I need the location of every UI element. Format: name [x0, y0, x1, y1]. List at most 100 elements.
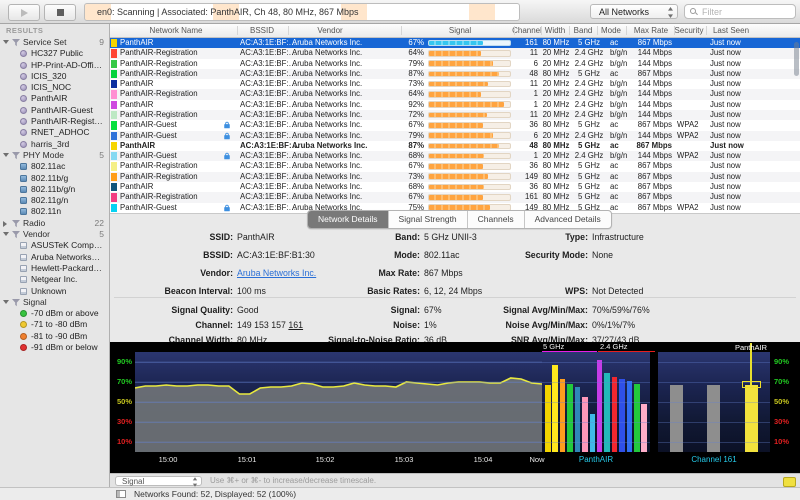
- column-header-channel[interactable]: Channel: [512, 24, 542, 37]
- network-row[interactable]: PanthAIR-GuestAC:A3:1E:BF:…Aruba Network…: [110, 120, 800, 130]
- network-filter-dropdown[interactable]: All Networks: [590, 4, 678, 19]
- filter-input[interactable]: [700, 6, 790, 18]
- sidebar-item-harris-3rd[interactable]: harris_3rd: [0, 139, 109, 150]
- sidebar-item-802-11n[interactable]: 802.11n: [0, 206, 109, 217]
- x-axis-tick: 15:04: [474, 455, 493, 464]
- sidebar-item-panthair-regist[interactable]: PanthAIR-Regist…: [0, 116, 109, 127]
- sidebar-item-unknown[interactable]: Unknown: [0, 286, 109, 297]
- column-header-signal[interactable]: Signal: [449, 24, 471, 37]
- column-header-bssid[interactable]: BSSID: [250, 24, 274, 37]
- network-row[interactable]: PanthAIR-RegistrationAC:A3:1E:BF:…Aruba …: [110, 89, 800, 99]
- cell-bssid: AC:A3:1E:BF:…: [240, 100, 296, 110]
- disclosure-triangle-icon[interactable]: [3, 153, 9, 157]
- cell-mode: ac: [610, 69, 618, 79]
- y-axis-tick: 50%: [110, 398, 132, 406]
- sidebar-group-vendor[interactable]: Vendor5: [0, 229, 109, 240]
- tab-advanced-details[interactable]: Advanced Details: [524, 211, 611, 228]
- column-header-max-rate[interactable]: Max Rate: [634, 24, 668, 37]
- disclosure-triangle-icon[interactable]: [3, 300, 9, 304]
- sidebar-item-71-to-80-dbm[interactable]: -71 to -80 dBm: [0, 319, 109, 330]
- sidebar-item-aruba-networks[interactable]: Aruba Networks…: [0, 252, 109, 263]
- band-spectrum-chart: [542, 352, 650, 452]
- column-header-security[interactable]: Security: [675, 24, 704, 37]
- cell-last-seen: Just now: [710, 172, 741, 182]
- filter-funnel-icon: [12, 220, 20, 228]
- cell-bssid: AC:A3:1E:BF:…: [240, 161, 296, 171]
- tab-signal-strength[interactable]: Signal Strength: [388, 211, 467, 228]
- start-scan-button[interactable]: [8, 4, 40, 21]
- channel-chart-label: Channel 161: [691, 455, 736, 464]
- network-row[interactable]: PanthAIR-GuestAC:A3:1E:BF:…Aruba Network…: [110, 131, 800, 141]
- network-color-chip: [111, 111, 117, 119]
- column-header-width[interactable]: Width: [545, 24, 565, 37]
- network-color-chip: [111, 142, 117, 150]
- sidebar-item-802-11ac[interactable]: 802.11ac: [0, 161, 109, 172]
- sidebar-item-asustek-comp[interactable]: ASUSTeK Comp…: [0, 240, 109, 251]
- sidebar-item-panthair-guest[interactable]: PanthAIR-Guest: [0, 105, 109, 116]
- networks-grid-icon[interactable]: [116, 490, 126, 498]
- tab-channels[interactable]: Channels: [467, 211, 524, 228]
- cell-last-seen: Just now: [710, 48, 741, 58]
- network-row[interactable]: PanthAIR-RegistrationAC:A3:1E:BF:…Aruba …: [110, 69, 800, 79]
- sidebar-item-802-11b-g[interactable]: 802.11b/g: [0, 173, 109, 184]
- network-row[interactable]: PanthAIR-RegistrationAC:A3:1E:BF:…Aruba …: [110, 110, 800, 120]
- column-header-band[interactable]: Band: [574, 24, 593, 37]
- network-row[interactable]: PanthAIRAC:A3:1E:BF:…Aruba Networks Inc.…: [110, 38, 800, 48]
- sidebar-item-802-11b-g-n[interactable]: 802.11b/g/n: [0, 184, 109, 195]
- cell-bssid: AC:A3:1E:BF:…: [240, 79, 296, 89]
- gridline: [658, 422, 770, 423]
- globe-icon: [20, 62, 27, 69]
- chart-metric-dropdown[interactable]: Signal: [115, 476, 202, 487]
- sidebar-item-icis-320[interactable]: ICIS_320: [0, 71, 109, 82]
- filter-funnel-icon: [12, 231, 20, 239]
- network-row[interactable]: PanthAIRAC:A3:1E:BF:…Aruba Networks Inc.…: [110, 141, 800, 151]
- cell-max-rate: 867 Mbps: [625, 69, 672, 79]
- column-header-last-seen[interactable]: Last Seen: [713, 24, 749, 37]
- cell-network-name: PanthAIR-Registration: [120, 161, 198, 171]
- network-row[interactable]: PanthAIR-RegistrationAC:A3:1E:BF:…Aruba …: [110, 192, 800, 202]
- disclosure-triangle-icon[interactable]: [3, 221, 7, 227]
- cell-signal-percent: 67%: [398, 161, 424, 171]
- network-row[interactable]: PanthAIRAC:A3:1E:BF:…Aruba Networks Inc.…: [110, 79, 800, 89]
- sidebar-item-91-dbm-or-below[interactable]: -91 dBm or below: [0, 342, 109, 353]
- network-row[interactable]: PanthAIR-RegistrationAC:A3:1E:BF:…Aruba …: [110, 161, 800, 171]
- sidebar-item-hewlett-packard[interactable]: Hewlett-Packard…: [0, 263, 109, 274]
- sidebar-item-panthair[interactable]: PanthAIR: [0, 93, 109, 104]
- sidebar-item-label: HC327 Public: [31, 48, 83, 58]
- network-row[interactable]: PanthAIRAC:A3:1E:BF:…Aruba Networks Inc.…: [110, 100, 800, 110]
- detail-value: PanthAIR: [233, 232, 275, 242]
- sidebar-group-radio[interactable]: Radio22: [0, 218, 109, 229]
- cell-vendor: Aruba Networks Inc.: [292, 89, 362, 99]
- network-row[interactable]: PanthAIR-RegistrationAC:A3:1E:BF:…Aruba …: [110, 59, 800, 69]
- column-header-network-name[interactable]: Network Name: [150, 24, 203, 37]
- detail-label: BSSID:: [110, 250, 233, 260]
- y-axis-tick: 70%: [110, 378, 132, 386]
- sidebar-item-81-to-90-dbm[interactable]: -81 to -90 dBm: [0, 331, 109, 342]
- sidebar-item-802-11g-n[interactable]: 802.11g/n: [0, 195, 109, 206]
- network-row[interactable]: PanthAIR-RegistrationAC:A3:1E:BF:…Aruba …: [110, 48, 800, 58]
- cell-signal-percent: 72%: [398, 110, 424, 120]
- cell-width: 80 MHz: [540, 161, 572, 171]
- cell-signal-percent: 79%: [398, 59, 424, 69]
- sidebar-item-rnet-adhoc[interactable]: RNET_ADHOC: [0, 127, 109, 138]
- disclosure-triangle-icon[interactable]: [3, 40, 9, 44]
- network-row[interactable]: PanthAIRAC:A3:1E:BF:…Aruba Networks Inc.…: [110, 182, 800, 192]
- column-header-vendor[interactable]: Vendor: [317, 24, 342, 37]
- sidebar-group-signal[interactable]: Signal: [0, 297, 109, 308]
- tab-network-details[interactable]: Network Details: [308, 211, 388, 228]
- sidebar-item-hp-print-ad-offi[interactable]: HP-Print-AD-Offi…: [0, 60, 109, 71]
- sidebar-item-netgear-inc[interactable]: Netgear Inc.: [0, 274, 109, 285]
- filter-search-field[interactable]: [684, 4, 796, 19]
- sidebar-item-hc327-public[interactable]: HC327 Public: [0, 48, 109, 59]
- network-row[interactable]: PanthAIR-GuestAC:A3:1E:BF:…Aruba Network…: [110, 151, 800, 161]
- column-header-mode[interactable]: Mode: [601, 24, 621, 37]
- sidebar-item-70-dbm-or-above[interactable]: -70 dBm or above: [0, 308, 109, 319]
- disclosure-triangle-icon[interactable]: [3, 232, 9, 236]
- cell-band: 2.4 GHz: [573, 110, 605, 120]
- stop-scan-button[interactable]: [44, 4, 76, 21]
- sidebar-group-phy-mode[interactable]: PHY Mode5: [0, 150, 109, 161]
- table-scrollbar-thumb[interactable]: [794, 42, 799, 76]
- sidebar-item-icis-noc[interactable]: ICIS_NOC: [0, 82, 109, 93]
- sidebar-group-service-set[interactable]: Service Set9: [0, 37, 109, 48]
- network-row[interactable]: PanthAIR-RegistrationAC:A3:1E:BF:…Aruba …: [110, 172, 800, 182]
